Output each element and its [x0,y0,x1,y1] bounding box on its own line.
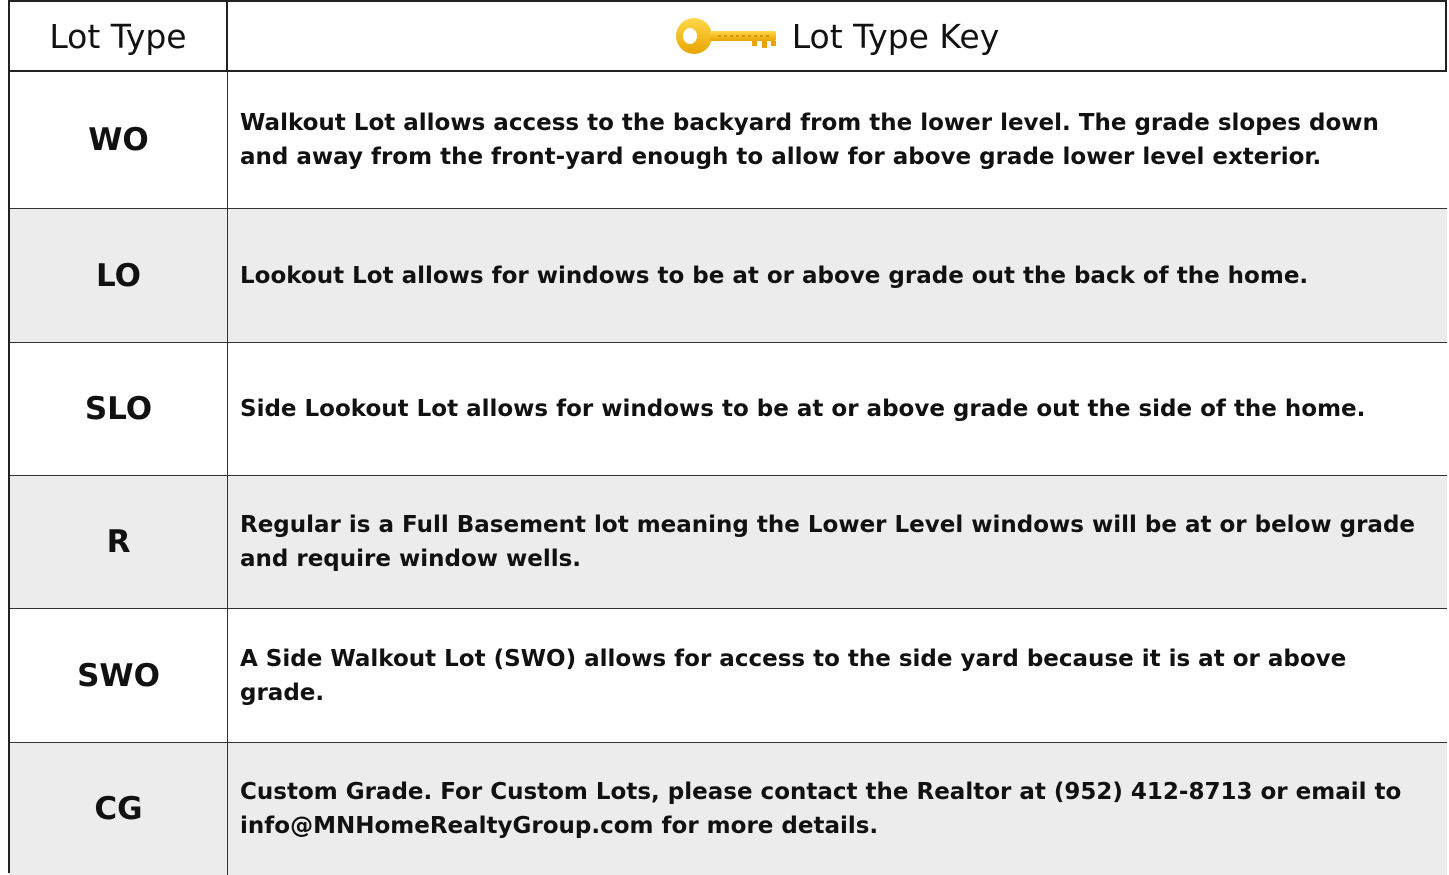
lot-code: SWO [10,609,228,742]
lot-type-table: Lot Type Lot Type Key WO Walkout Lot all… [8,0,1447,875]
key-icon [675,18,776,54]
table-row: SLO Side Lookout Lot allows for windows … [10,343,1447,476]
lot-description-text: Side Lookout Lot allows for windows to b… [240,396,1366,422]
lot-description-text: A Side Walkout Lot (SWO) allows for acce… [240,645,1347,706]
lot-description: Lookout Lot allows for windows to be at … [228,209,1447,342]
lot-description: Regular is a Full Basement lot meaning t… [228,476,1447,608]
header-lot-type: Lot Type [10,2,228,70]
lot-description-text: Custom Grade. For Custom Lots, please co… [240,779,1402,839]
table-row: R Regular is a Full Basement lot meaning… [10,476,1447,609]
lot-description: Walkout Lot allows access to the backyar… [228,72,1447,208]
lot-code: SLO [10,343,228,475]
lot-description-text: Lookout Lot allows for windows to be at … [240,262,1309,289]
lot-code: CG [10,743,228,875]
lot-code: WO [10,72,228,208]
lot-description: Custom Grade. For Custom Lots, please co… [228,743,1447,875]
lot-description-text: Regular is a Full Basement lot meaning t… [240,512,1416,572]
table-row: LO Lookout Lot allows for windows to be … [10,209,1447,343]
table-row: SWO A Side Walkout Lot (SWO) allows for … [10,609,1447,743]
header-lot-type-key-label: Lot Type Key [791,16,1000,56]
lot-description: A Side Walkout Lot (SWO) allows for acce… [228,609,1447,742]
header-lot-type-key: Lot Type Key [228,2,1447,70]
lot-description-text: Walkout Lot allows access to the backyar… [240,110,1379,170]
lot-code: R [10,476,228,608]
table-row: CG Custom Grade. For Custom Lots, please… [10,743,1447,875]
header-lot-type-label: Lot Type [49,16,187,56]
table-row: WO Walkout Lot allows access to the back… [10,72,1447,209]
table-header-row: Lot Type Lot Type Key [10,2,1447,72]
lot-code: LO [10,209,228,342]
lot-description: Side Lookout Lot allows for windows to b… [228,343,1447,475]
